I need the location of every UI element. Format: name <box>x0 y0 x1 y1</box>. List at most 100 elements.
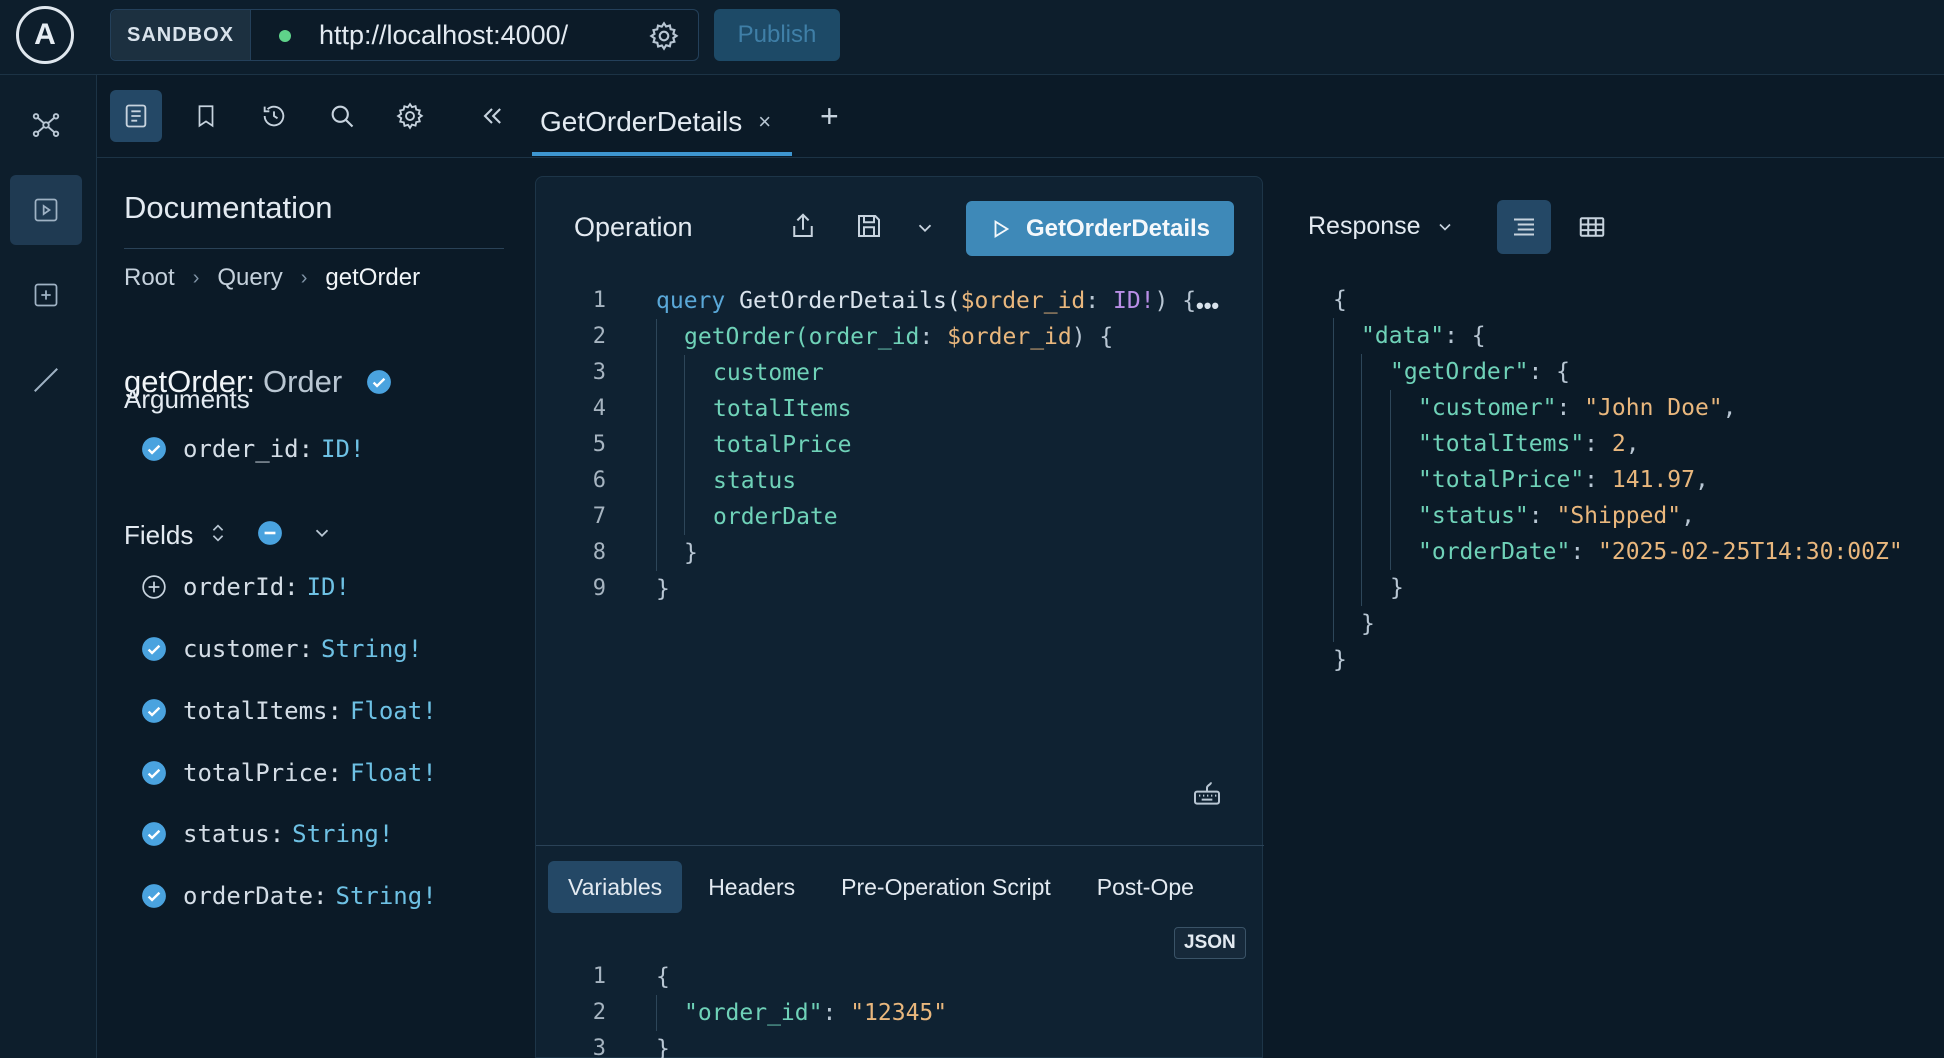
line-number: 2 <box>592 1000 606 1025</box>
check-circle-icon[interactable] <box>141 821 167 847</box>
field-type[interactable]: String! <box>292 820 393 848</box>
code-line[interactable]: getOrder(order_id: $order_id) { <box>684 319 1113 355</box>
response-line: } <box>1333 647 1347 673</box>
line-number: 6 <box>592 468 606 493</box>
argument-row[interactable]: order_id: ID! <box>141 432 364 466</box>
check-circle-icon[interactable] <box>141 698 167 724</box>
search-icon[interactable] <box>316 90 368 142</box>
settings-icon[interactable] <box>384 90 436 142</box>
bookmark-icon[interactable] <box>180 90 232 142</box>
schema-graph-icon[interactable] <box>10 90 82 160</box>
keyboard-shortcuts-icon[interactable] <box>1191 777 1223 809</box>
tab-title: GetOrderDetails <box>540 106 743 137</box>
field-type[interactable]: String! <box>321 635 422 663</box>
chevron-right-icon: › <box>192 266 200 289</box>
explorer-play-icon[interactable] <box>10 175 82 245</box>
variables-line[interactable]: { <box>656 959 670 995</box>
run-operation-button[interactable]: GetOrderDetails <box>966 201 1234 256</box>
field-type[interactable]: ID! <box>307 573 350 601</box>
breadcrumb-root[interactable]: Root <box>124 264 175 292</box>
publish-button[interactable]: Publish <box>714 9 840 61</box>
apollo-logo-icon[interactable]: A <box>16 6 74 64</box>
text-view-icon[interactable] <box>1497 200 1551 254</box>
chevron-down-icon <box>1438 223 1451 231</box>
fields-heading: Fields <box>124 520 194 550</box>
indent-guide <box>1361 354 1362 606</box>
check-circle-icon[interactable] <box>141 760 167 786</box>
line-number: 7 <box>592 504 606 529</box>
code-line[interactable]: orderDate <box>713 499 838 535</box>
tab-post-operation-script[interactable]: Post-Ope <box>1077 861 1214 913</box>
variables-line[interactable]: } <box>656 1031 670 1058</box>
check-circle-icon[interactable] <box>141 883 167 909</box>
save-icon[interactable] <box>854 211 884 241</box>
tab-getorderdetails[interactable]: GetOrderDetails × <box>532 92 792 156</box>
field-name: orderDate: <box>183 882 328 910</box>
breadcrumb-query[interactable]: Query <box>217 264 282 292</box>
tab-close-icon[interactable]: × <box>758 109 771 135</box>
documentation-title: Documentation <box>124 190 333 225</box>
field-name: customer: <box>183 635 314 663</box>
code-line[interactable]: customer <box>713 355 824 391</box>
add-field-icon[interactable] <box>141 574 167 600</box>
response-dropdown[interactable]: Response <box>1308 212 1455 241</box>
add-document-icon[interactable] <box>10 260 82 330</box>
field-row-customer[interactable]: customer: String! <box>141 632 422 666</box>
field-row-orderdate[interactable]: orderDate: String! <box>141 879 437 913</box>
code-line[interactable]: totalPrice <box>713 427 851 463</box>
line-number: 1 <box>592 964 606 989</box>
endpoint-url[interactable]: http://localhost:4000/ <box>319 20 568 51</box>
add-tab-button[interactable]: + <box>820 98 839 135</box>
chevron-down-icon[interactable] <box>914 217 936 239</box>
json-mode-badge[interactable]: JSON <box>1174 927 1246 959</box>
line-number: 8 <box>592 540 606 565</box>
code-line[interactable]: query GetOrderDetails($order_id: ID!) { <box>656 283 1196 319</box>
sort-icon[interactable] <box>207 520 229 546</box>
operation-panel: Operation GetOrderDetails 1 2 3 4 5 6 7 … <box>535 176 1264 1058</box>
line-number: 3 <box>592 1036 606 1058</box>
tab-headers[interactable]: Headers <box>688 861 815 913</box>
documentation-icon[interactable] <box>110 90 162 142</box>
tab-variables[interactable]: Variables <box>548 861 683 913</box>
line-number: 4 <box>592 396 606 421</box>
field-return-type[interactable]: Order <box>263 364 342 400</box>
collapse-panel-icon[interactable] <box>466 90 518 142</box>
field-row-orderid[interactable]: orderId: ID! <box>141 570 350 604</box>
breadcrumb: Root › Query › getOrder <box>124 264 420 292</box>
field-type[interactable]: Float! <box>350 759 437 787</box>
field-type[interactable]: String! <box>336 882 437 910</box>
share-icon[interactable] <box>788 211 818 241</box>
line-number: 9 <box>592 576 606 601</box>
field-row-status[interactable]: status: String! <box>141 817 393 851</box>
endpoint-settings-icon[interactable] <box>648 20 680 52</box>
chevron-down-icon[interactable] <box>311 522 333 544</box>
field-name: orderId: <box>183 573 299 601</box>
check-circle-icon[interactable] <box>366 369 392 395</box>
field-type[interactable]: Float! <box>350 697 437 725</box>
variables-line[interactable]: "order_id": "12345" <box>684 995 947 1031</box>
response-line: } <box>1361 611 1375 637</box>
argument-type[interactable]: ID! <box>321 435 364 463</box>
code-line[interactable]: status <box>713 463 796 499</box>
sandbox-label: SANDBOX <box>111 10 251 60</box>
field-row-totalprice[interactable]: totalPrice: Float! <box>141 756 437 790</box>
divider <box>536 845 1264 846</box>
divider <box>124 248 504 249</box>
checks-icon[interactable] <box>10 345 82 415</box>
tab-pre-operation-script[interactable]: Pre-Operation Script <box>821 861 1071 913</box>
code-line[interactable]: totalItems <box>713 391 851 427</box>
history-icon[interactable] <box>248 90 300 142</box>
table-view-icon[interactable] <box>1565 200 1619 254</box>
endpoint-box[interactable]: SANDBOX http://localhost:4000/ <box>110 9 699 61</box>
indent-guide <box>656 995 657 1031</box>
code-line[interactable]: } <box>656 571 670 607</box>
more-options-icon[interactable]: ••• <box>1196 293 1219 319</box>
deselect-all-icon[interactable] <box>257 520 283 546</box>
connection-status-dot <box>279 30 291 42</box>
line-number: 1 <box>592 288 606 313</box>
field-row-totalitems[interactable]: totalItems: Float! <box>141 694 437 728</box>
response-line: "orderDate": "2025-02-25T14:30:00Z" <box>1418 539 1903 565</box>
check-circle-icon[interactable] <box>141 636 167 662</box>
check-circle-icon[interactable] <box>141 436 167 462</box>
code-line[interactable]: } <box>684 535 698 571</box>
